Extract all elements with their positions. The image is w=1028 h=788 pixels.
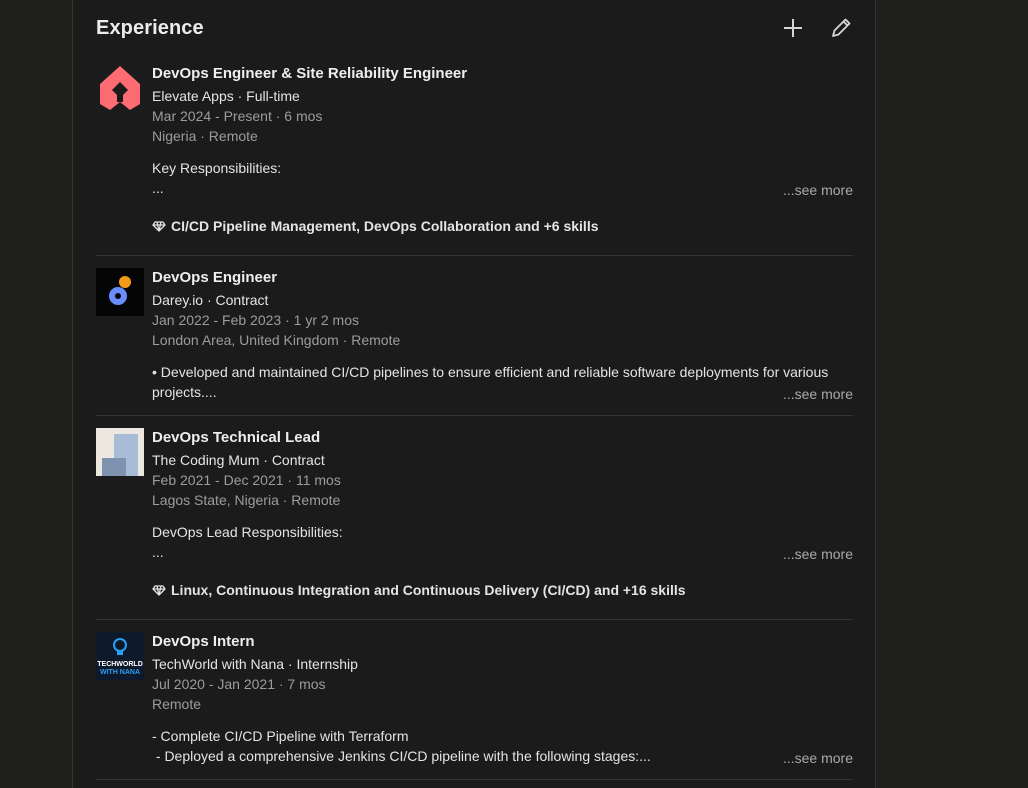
divider [96,255,853,256]
job-title[interactable]: DevOps Engineer & Site Reliability Engin… [152,64,853,86]
divider [96,415,853,416]
company-logo-darey-io[interactable] [96,268,144,316]
skills-row[interactable]: Linux, Continuous Integration and Contin… [152,580,853,600]
company-name: Elevate Apps · Full-time [152,88,300,104]
see-more-link[interactable]: ...see more [783,748,853,768]
company-name: Darey.io · Contract [152,292,269,308]
description-line: • Developed and maintained CI/CD pipelin… [152,364,829,380]
date-range: Mar 2024 - Present · 6 mos [152,108,323,124]
job-title[interactable]: DevOps Intern [152,632,853,654]
description-line: projects.... [152,384,217,400]
description-line: - Deployed a comprehensive Jenkins CI/CD… [152,748,651,764]
location: Remote [152,696,202,712]
location: Nigeria · Remote [152,128,258,144]
divider [96,779,853,780]
section-title: Experience [96,17,204,39]
see-more-link[interactable]: ...see more [783,384,853,404]
skills-row[interactable]: CI/CD Pipeline Management, DevOps Collab… [152,216,853,236]
description-line: ... [152,544,164,560]
diamond-icon [152,221,166,232]
description: Key Responsibilities: ... [152,158,842,198]
logo-text-line: WITH NANA [100,669,140,676]
description: • Developed and maintained CI/CD pipelin… [152,362,842,402]
logo-text-line: TECHWORLD [97,661,143,668]
company-logo-elevate-apps[interactable] [96,64,144,112]
date-range: Jan 2022 - Feb 2023 · 1 yr 2 mos [152,312,359,328]
date-range: Jul 2020 - Jan 2021 · 7 mos [152,676,326,692]
skills-text: Linux, Continuous Integration and Contin… [171,582,686,598]
add-experience-button[interactable] [779,14,807,42]
pencil-icon [832,18,851,37]
location: London Area, United Kingdom · Remote [152,332,401,348]
description-line: DevOps Lead Responsibilities: [152,524,343,540]
description-line: - Complete CI/CD Pipeline with Terraform [152,728,409,744]
skills-text: CI/CD Pipeline Management, DevOps Collab… [171,218,599,234]
location: Lagos State, Nigeria · Remote [152,492,341,508]
job-title[interactable]: DevOps Engineer [152,268,853,290]
company-logo-techworld-with-nana[interactable]: TECHWORLD WITH NANA [96,632,144,680]
description-line: ... [152,180,164,196]
description-line: Key Responsibilities: [152,160,282,176]
plus-icon [784,19,802,37]
company-name: The Coding Mum · Contract [152,452,325,468]
company-name: TechWorld with Nana · Internship [152,656,358,672]
divider [96,619,853,620]
see-more-link[interactable]: ...see more [783,544,853,564]
date-range: Feb 2021 - Dec 2021 · 11 mos [152,472,341,488]
company-logo-the-coding-mum[interactable] [96,428,144,476]
diamond-icon [152,585,166,596]
see-more-link[interactable]: ...see more [783,180,853,200]
edit-experience-button[interactable] [827,14,855,42]
description: - Complete CI/CD Pipeline with Terraform… [152,726,842,766]
job-title[interactable]: DevOps Technical Lead [152,428,853,450]
description: DevOps Lead Responsibilities: ... [152,522,842,562]
experience-card: Experience DevOps Engineer & Site Reliab… [72,0,876,788]
